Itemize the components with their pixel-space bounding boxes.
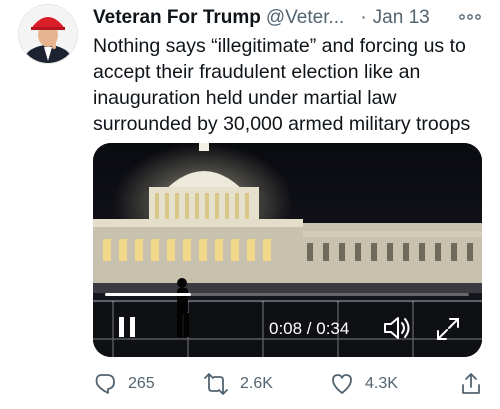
fullscreen-icon[interactable] bbox=[435, 316, 461, 342]
retweet-icon bbox=[203, 372, 229, 396]
tweet-date[interactable]: Jan 13 bbox=[373, 7, 430, 29]
share-button[interactable] bbox=[459, 370, 483, 398]
separator-dot: · bbox=[360, 7, 367, 28]
tweet-actions: 265 2.6K 4.3K bbox=[93, 370, 488, 398]
like-count: 4.3K bbox=[365, 375, 398, 392]
tweet-header: Veteran For Trump @Veter... · Jan 13 bbox=[93, 6, 488, 30]
reply-count: 265 bbox=[128, 375, 155, 392]
like-icon bbox=[330, 372, 354, 396]
retweet-button[interactable]: 2.6K bbox=[203, 370, 273, 398]
author-name[interactable]: Veteran For Trump bbox=[93, 7, 261, 29]
video-time: 0:08 / 0:34 bbox=[269, 319, 350, 338]
share-icon bbox=[459, 372, 483, 396]
reply-button[interactable]: 265 bbox=[93, 370, 155, 398]
video-player[interactable]: 0:08 / 0:34 bbox=[93, 143, 482, 357]
volume-icon[interactable] bbox=[382, 314, 412, 342]
like-button[interactable]: 4.3K bbox=[330, 370, 398, 398]
video-progress-fill bbox=[105, 293, 191, 296]
avatar-image bbox=[19, 5, 77, 63]
reply-icon bbox=[93, 372, 117, 396]
video-progress-bar[interactable] bbox=[105, 293, 469, 296]
retweet-count: 2.6K bbox=[240, 375, 273, 392]
pause-icon[interactable] bbox=[115, 315, 139, 339]
tweet-text: Nothing says “illegitimate” and forcing … bbox=[93, 35, 471, 135]
more-icon[interactable] bbox=[455, 6, 485, 28]
author-handle[interactable]: @Veter... bbox=[266, 7, 344, 29]
avatar[interactable] bbox=[18, 4, 78, 64]
